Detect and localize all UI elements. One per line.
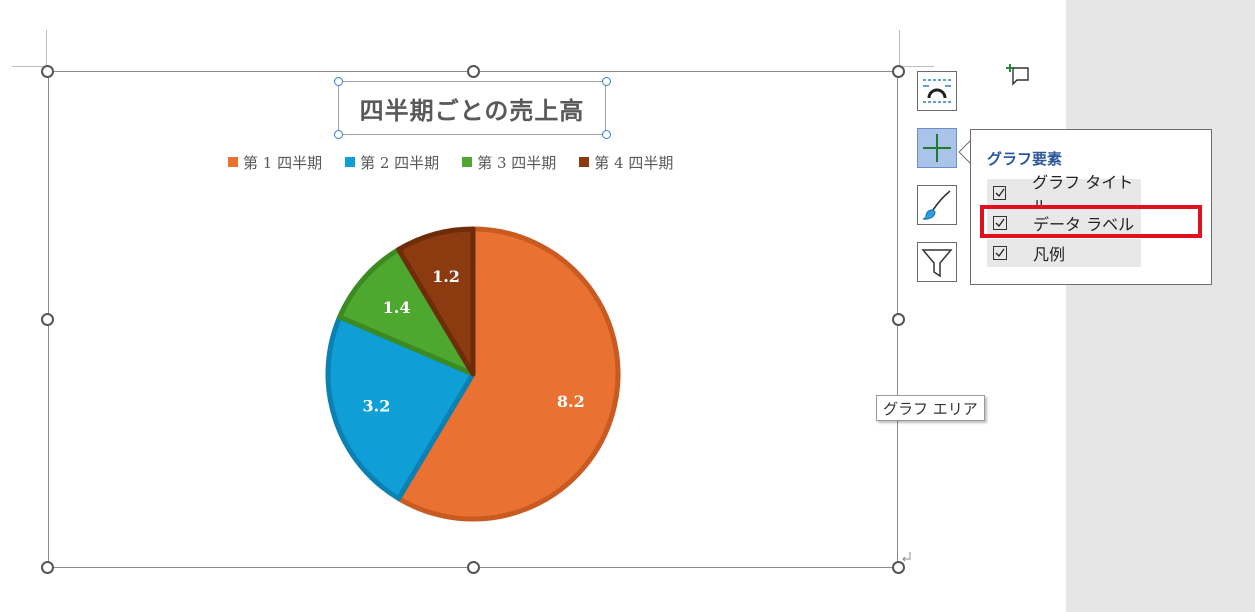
checkmark-icon <box>995 248 1005 258</box>
data-label: 1.2 <box>432 267 460 286</box>
data-label: 1.4 <box>383 298 411 317</box>
popup-title: グラフ要素 <box>987 150 1063 168</box>
highlight-box <box>980 205 1202 238</box>
chart-styles-button[interactable] <box>917 185 957 225</box>
chart-filters-button[interactable] <box>917 242 957 282</box>
funnel-icon <box>921 249 953 278</box>
data-label: 3.2 <box>363 396 391 415</box>
data-label: 8.2 <box>557 392 585 411</box>
new-comment-icon[interactable] <box>1004 62 1030 88</box>
legend-option[interactable]: 凡例 <box>987 239 1141 267</box>
layout-options-button[interactable] <box>917 71 957 111</box>
chart-area-tooltip: グラフ エリア <box>876 395 985 421</box>
chart-elements-button[interactable] <box>917 128 957 168</box>
option-label: 凡例 <box>1033 245 1066 264</box>
layout-options-icon <box>923 79 951 103</box>
checkmark-icon <box>995 188 1005 198</box>
chart-title-option[interactable]: グラフ タイトル <box>987 173 1141 216</box>
checkbox[interactable] <box>993 246 1007 260</box>
checkbox[interactable] <box>993 186 1007 200</box>
plus-icon <box>923 134 951 162</box>
pie-chart[interactable]: 8.2 3.2 1.4 1.2 <box>0 0 1255 612</box>
brush-icon <box>922 190 951 220</box>
